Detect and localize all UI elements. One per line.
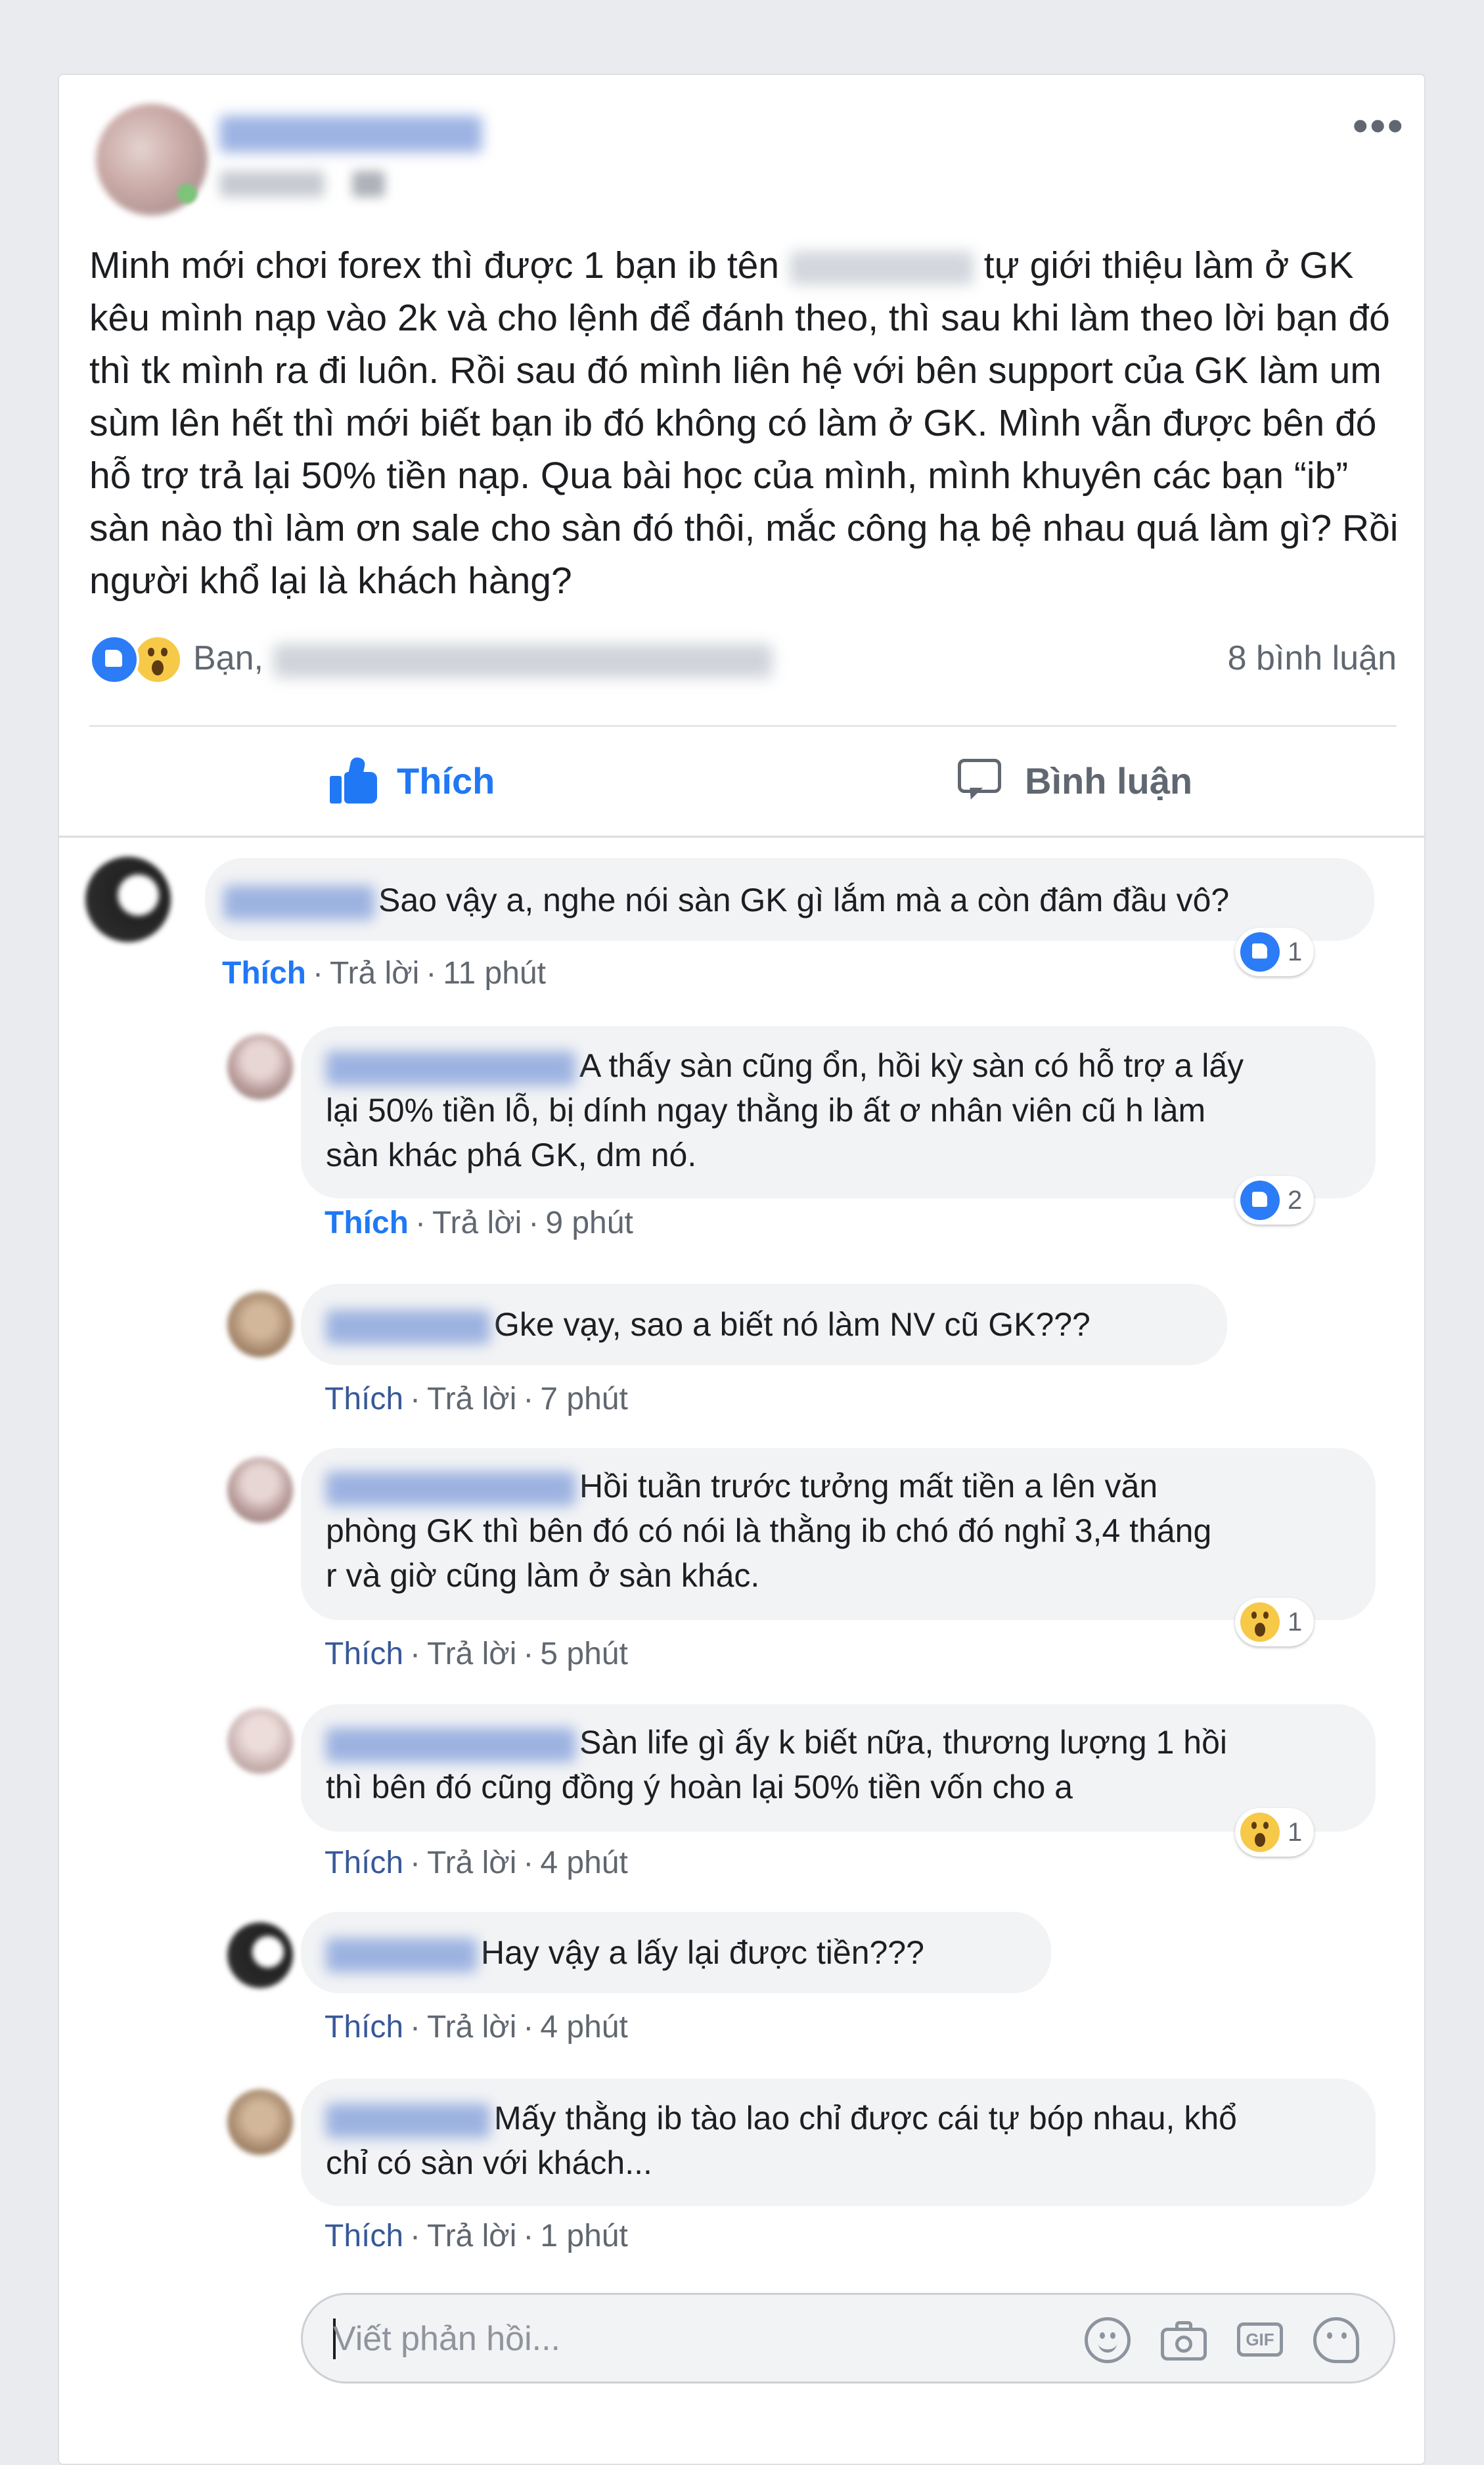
reply-avatar[interactable]: [227, 1292, 293, 1357]
reactors-label: Bạn,: [193, 639, 263, 677]
sticker-icon[interactable]: [1313, 2317, 1359, 2363]
post-text-part-1: Minh mới chơi forex thì được 1 bạn ib tê…: [89, 244, 790, 286]
redacted-name: [789, 250, 974, 285]
commenter-name-blurred[interactable]: [326, 1937, 477, 1972]
reply-time[interactable]: 7 phút: [540, 1382, 627, 1416]
reply-reactions[interactable]: 2: [1235, 1176, 1315, 1225]
reply-actions: Thích · Trả lời · 4 phút: [325, 2010, 628, 2045]
reply-avatar[interactable]: [227, 2089, 293, 2155]
reply-time[interactable]: 1 phút: [540, 2219, 627, 2253]
reply-actions: Thích · Trả lời · 9 phút: [325, 1206, 633, 1240]
commenter-name-blurred[interactable]: [326, 1471, 575, 1506]
reply-composer[interactable]: GIF: [301, 2293, 1395, 2384]
reactions-summary[interactable]: Bạn, 8 bình luận: [89, 635, 1397, 687]
comment-reply-link[interactable]: Trả lời: [330, 956, 419, 991]
reply-reply-link[interactable]: Trả lời: [427, 1637, 516, 1671]
commenter-name-blurred[interactable]: [326, 1309, 490, 1344]
reply-avatar[interactable]: [227, 1708, 293, 1774]
wow-reaction-icon: [1240, 1813, 1280, 1852]
thumb-up-icon: [330, 756, 378, 803]
comment-time[interactable]: 11 phút: [443, 956, 546, 991]
privacy-icon[interactable]: [352, 171, 385, 197]
reply-text: A thấy sàn cũng ổn, hồi kỳ sàn có hỗ trợ…: [326, 1047, 1244, 1173]
reply-reactions[interactable]: 1: [1235, 1808, 1315, 1857]
like-button[interactable]: Thích: [330, 745, 495, 816]
like-reaction-icon: [1240, 932, 1280, 972]
reply-like-link[interactable]: Thích: [325, 2010, 403, 2045]
comment-text: Sao vậy a, nghe nói sàn GK gì lắm mà a c…: [223, 878, 1229, 922]
like-reaction-icon: [89, 635, 139, 685]
post-card: ••• Minh mới chơi forex thì được 1 bạn i…: [58, 74, 1426, 2465]
reply-actions: Thích · Trả lời · 5 phút: [325, 1637, 628, 1671]
commenter-name-blurred[interactable]: [223, 885, 374, 920]
emoji-icon[interactable]: [1085, 2317, 1131, 2363]
commenter-name-blurred[interactable]: [326, 1051, 575, 1085]
reply-text: Gke vạy, sao a biết nó làm NV cũ GK???: [326, 1302, 1091, 1347]
comment-count[interactable]: 8 bình luận: [1228, 639, 1397, 678]
reply-reply-link[interactable]: Trả lời: [432, 1206, 522, 1240]
reply-time[interactable]: 4 phút: [540, 1845, 627, 1880]
reply-avatar[interactable]: [227, 1922, 293, 1988]
commenter-name-blurred[interactable]: [326, 1727, 575, 1762]
reply-reply-link[interactable]: Trả lời: [427, 2010, 516, 2045]
more-icon[interactable]: •••: [1352, 102, 1405, 148]
gif-icon[interactable]: GIF: [1237, 2322, 1283, 2357]
reply-text: Sàn life gì ấy k biết nữa, thương lượng …: [326, 1724, 1227, 1805]
wow-reaction-icon: [1240, 1602, 1280, 1642]
online-indicator: [177, 184, 197, 204]
reply-avatar[interactable]: [227, 1457, 293, 1523]
post-text-part-2: tự giới thiệu làm ở GK kêu mình nạp vào …: [89, 244, 1409, 602]
reply-input[interactable]: [332, 2312, 1057, 2366]
reply-like-link[interactable]: Thích: [325, 2219, 403, 2253]
reply-reactions[interactable]: 1: [1235, 1598, 1315, 1646]
reply-time[interactable]: 4 phút: [540, 2010, 627, 2045]
reply-reply-link[interactable]: Trả lời: [427, 2219, 516, 2253]
reply-text: Mấy thằng ib tào lao chỉ được cái tự bóp…: [326, 2100, 1237, 2181]
comment-icon: [958, 759, 1006, 802]
reply-time[interactable]: 9 phút: [545, 1206, 633, 1240]
reply-like-link[interactable]: Thích: [325, 1845, 403, 1880]
divider: [89, 725, 1397, 727]
like-reaction-icon: [1240, 1181, 1280, 1220]
reactors-blurred: [273, 644, 773, 678]
reply-actions: Thích · Trả lời · 7 phút: [325, 1382, 628, 1416]
comment-reactions[interactable]: 1: [1235, 928, 1315, 976]
reply-like-link[interactable]: Thích: [325, 1637, 403, 1671]
post-time-blurred[interactable]: [219, 171, 325, 197]
reply-avatar[interactable]: [227, 1034, 293, 1100]
author-name-blurred[interactable]: [219, 116, 482, 152]
post-text: Minh mới chơi forex thì được 1 bạn ib tê…: [89, 239, 1403, 607]
comment-actions: Thích · Trả lời · 11 phút: [222, 956, 546, 991]
comment-like-link[interactable]: Thích: [222, 956, 306, 991]
reply-like-link[interactable]: Thích: [325, 1382, 403, 1416]
reply-like-link[interactable]: Thích: [325, 1206, 409, 1240]
reply-reply-link[interactable]: Trả lời: [427, 1382, 516, 1416]
comment-avatar[interactable]: [85, 857, 171, 942]
reply-text: Hay vậy a lấy lại được tiền???: [326, 1930, 924, 1975]
reply-actions: Thích · Trả lời · 4 phút: [325, 1845, 628, 1880]
reply-actions: Thích · Trả lời · 1 phút: [325, 2219, 628, 2253]
comment-button[interactable]: Bình luận: [958, 745, 1192, 816]
camera-icon[interactable]: [1161, 2317, 1207, 2363]
reply-time[interactable]: 5 phút: [540, 1637, 627, 1671]
wow-reaction-icon: [133, 635, 183, 685]
comment-button-label: Bình luận: [1025, 759, 1193, 802]
reply-reply-link[interactable]: Trả lời: [427, 1845, 516, 1880]
like-button-label: Thích: [397, 759, 495, 802]
reply-text: Hồi tuần trước tưởng mất tiền a lên văn …: [326, 1468, 1212, 1594]
divider: [59, 836, 1424, 838]
commenter-name-blurred[interactable]: [326, 2103, 490, 2138]
